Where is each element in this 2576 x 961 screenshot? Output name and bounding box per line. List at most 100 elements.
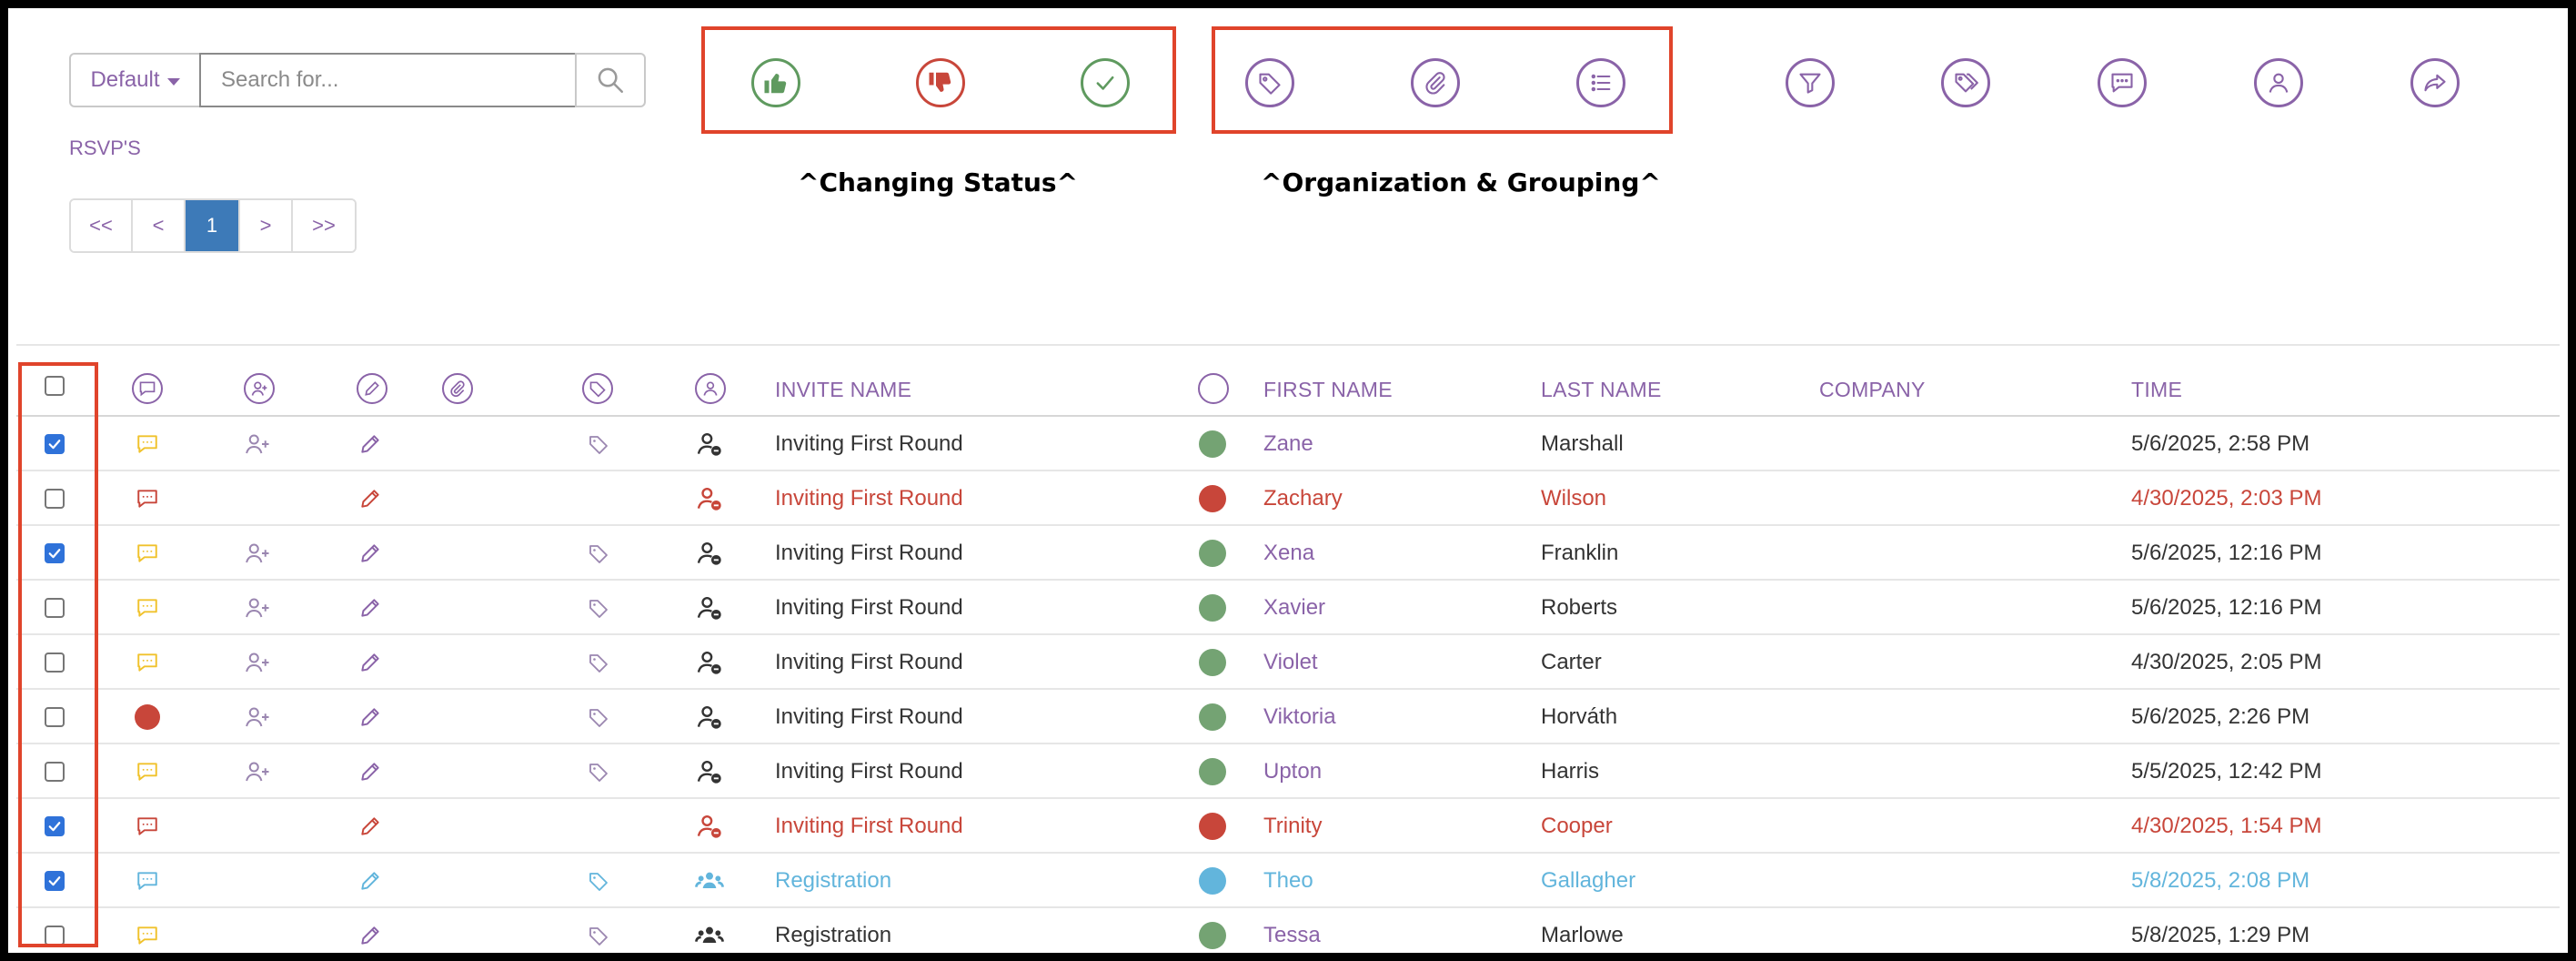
add-contact-button[interactable]: [243, 539, 272, 568]
comment-status-dot[interactable]: [135, 704, 160, 730]
page-first-button[interactable]: <<: [71, 200, 133, 251]
tag-button[interactable]: [584, 648, 613, 677]
time-cell: 4/30/2025, 2:03 PM: [2131, 486, 2322, 511]
user-status-icon: [697, 488, 721, 511]
user-status-button[interactable]: [695, 484, 724, 513]
comment-button[interactable]: [133, 593, 162, 622]
tag-button[interactable]: [584, 703, 613, 732]
tag-column-header[interactable]: [582, 373, 613, 404]
first-name-link[interactable]: Tessa: [1263, 923, 1321, 948]
tag-button[interactable]: [584, 866, 613, 895]
table-row[interactable]: Inviting First Round Zachary Wilson 4/30/20…: [16, 471, 2560, 526]
add-contact-button[interactable]: [243, 757, 272, 786]
edit-button[interactable]: [356, 866, 385, 895]
page-1-button[interactable]: 1: [186, 200, 240, 251]
table-row[interactable]: Inviting First Round Trinity Cooper 4/30/20…: [16, 799, 2560, 854]
time-header[interactable]: TIME: [2131, 378, 2182, 402]
comments-column-header[interactable]: [132, 373, 163, 404]
edit-button[interactable]: [356, 757, 385, 786]
user-status-button[interactable]: [695, 648, 724, 677]
view-select[interactable]: Default: [69, 53, 201, 107]
comment-button[interactable]: [133, 921, 162, 950]
user-status-button[interactable]: [695, 921, 724, 950]
invite-name-header[interactable]: INVITE NAME: [775, 378, 911, 402]
tag-button[interactable]: [584, 921, 613, 950]
first-name-link[interactable]: Viktoria: [1263, 704, 1336, 730]
tag-button[interactable]: [584, 430, 613, 459]
comment-button[interactable]: [2098, 58, 2147, 107]
first-name-link[interactable]: Xavier: [1263, 595, 1325, 621]
page-prev-button[interactable]: <: [133, 200, 186, 251]
filter-button[interactable]: [1786, 58, 1835, 107]
add-contact-button[interactable]: [243, 648, 272, 677]
edit-column-header[interactable]: [357, 373, 387, 404]
contact-column-header[interactable]: [244, 373, 275, 404]
tags-button[interactable]: [1941, 58, 1990, 107]
search-input[interactable]: [199, 53, 577, 107]
share-button[interactable]: [2410, 58, 2460, 107]
edit-button[interactable]: [356, 648, 385, 677]
user-status-button[interactable]: [695, 866, 724, 895]
edit-button[interactable]: [356, 593, 385, 622]
status-caption: ^Changing Status^: [798, 167, 1079, 197]
comment-button[interactable]: [133, 484, 162, 513]
add-contact-button[interactable]: [243, 703, 272, 732]
user-status-button[interactable]: [695, 593, 724, 622]
decline-button[interactable]: [916, 58, 965, 107]
user-status-button[interactable]: [695, 430, 724, 459]
edit-button[interactable]: [356, 484, 385, 513]
last-name-header[interactable]: LAST NAME: [1541, 378, 1662, 402]
attachment-column-header[interactable]: [442, 373, 473, 404]
table-row[interactable]: Inviting First Round Upton Harris 5/5/2025,…: [16, 744, 2560, 799]
tag-button[interactable]: [584, 757, 613, 786]
user-status-button[interactable]: [695, 539, 724, 568]
first-name-link[interactable]: Theo: [1263, 868, 1313, 894]
add-contact-button[interactable]: [243, 593, 272, 622]
first-name-link[interactable]: Zane: [1263, 431, 1313, 457]
first-name-link[interactable]: Upton: [1263, 759, 1322, 784]
page-last-button[interactable]: >>: [293, 200, 355, 251]
first-name-link[interactable]: Trinity: [1263, 814, 1322, 839]
table-row[interactable]: Inviting First Round Zane Marshall 5/6/2025…: [16, 417, 2560, 471]
table-row[interactable]: Inviting First Round Xavier Roberts 5/6/202…: [16, 581, 2560, 635]
table-row[interactable]: Inviting First Round Violet Carter 4/30/202…: [16, 635, 2560, 690]
edit-button[interactable]: [356, 430, 385, 459]
comment-button[interactable]: [133, 757, 162, 786]
page-next-button[interactable]: >: [240, 200, 293, 251]
edit-button[interactable]: [356, 539, 385, 568]
edit-button[interactable]: [356, 703, 385, 732]
status-column-header[interactable]: [1198, 373, 1229, 404]
user-status-button[interactable]: [695, 812, 724, 841]
table-row[interactable]: Inviting First Round Xena Franklin 5/6/2025…: [16, 526, 2560, 581]
company-header[interactable]: COMPANY: [1819, 378, 1926, 402]
user-status-button[interactable]: [695, 757, 724, 786]
approve-button[interactable]: [751, 58, 800, 107]
comment-button[interactable]: [133, 430, 162, 459]
table-row[interactable]: Registration Theo Gallagher 5/8/2025, 2:08 …: [16, 854, 2560, 908]
tag-button[interactable]: [1245, 58, 1294, 107]
edit-button[interactable]: [356, 921, 385, 950]
time-cell: 5/8/2025, 1:29 PM: [2131, 923, 2310, 947]
first-name-link[interactable]: Zachary: [1263, 486, 1343, 511]
comment-button[interactable]: [133, 539, 162, 568]
add-contact-button[interactable]: [243, 430, 272, 459]
user-status-button[interactable]: [695, 703, 724, 732]
comment-button[interactable]: [133, 648, 162, 677]
edit-button[interactable]: [356, 812, 385, 841]
first-name-link[interactable]: Xena: [1263, 541, 1314, 566]
first-name-header[interactable]: FIRST NAME: [1263, 378, 1393, 402]
group-list-button[interactable]: [1576, 58, 1625, 107]
comment-button[interactable]: [133, 866, 162, 895]
table-row[interactable]: Inviting First Round Viktoria Horváth 5/6/2…: [16, 690, 2560, 744]
table-row[interactable]: Registration Tessa Marlowe 5/8/2025, 1:29 P…: [16, 908, 2560, 961]
attach-button[interactable]: [1411, 58, 1460, 107]
first-name-link[interactable]: Violet: [1263, 650, 1318, 675]
tag-button[interactable]: [584, 593, 613, 622]
rsvps-link[interactable]: RSVP'S: [69, 137, 141, 160]
user-column-header[interactable]: [695, 373, 726, 404]
confirm-button[interactable]: [1081, 58, 1130, 107]
comment-button[interactable]: [133, 812, 162, 841]
search-button[interactable]: [575, 53, 646, 107]
assign-user-button[interactable]: [2254, 58, 2303, 107]
tag-button[interactable]: [584, 539, 613, 568]
